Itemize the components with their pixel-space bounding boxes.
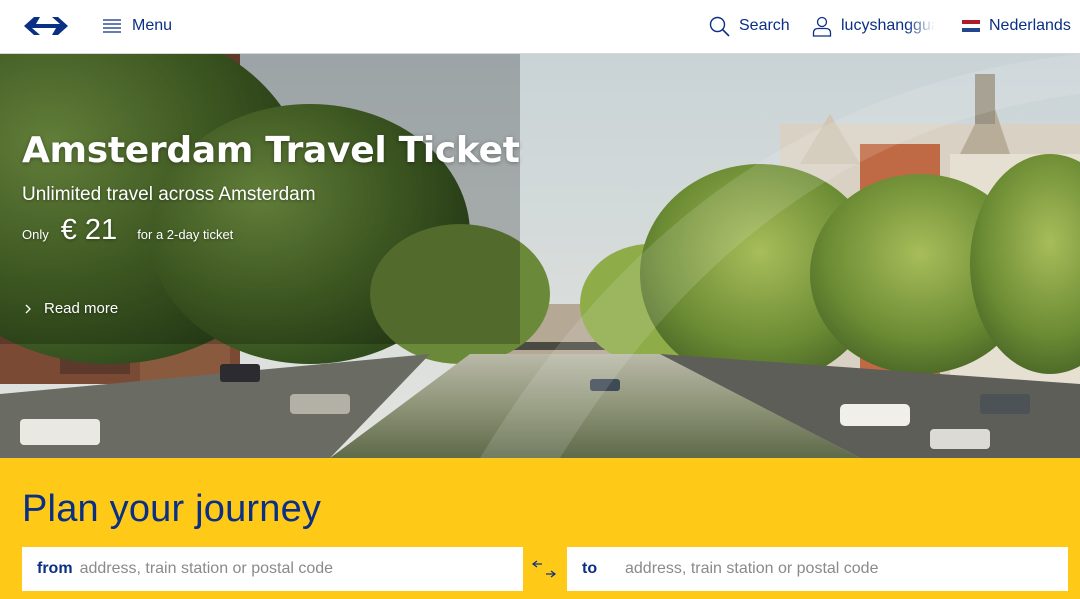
from-label: from [37, 560, 73, 577]
hero-banner: Amsterdam Travel Ticket Unlimited travel… [0, 54, 1080, 458]
to-label: to [582, 560, 598, 577]
journey-planner: Plan your journey from to [0, 458, 1080, 599]
user-icon [812, 16, 832, 37]
top-navigation-bar: Menu Search lucyshangguan Nederlands [0, 0, 1080, 54]
menu-button[interactable]: Menu [102, 14, 172, 38]
from-field[interactable]: from [22, 547, 523, 591]
search-icon [709, 16, 730, 37]
search-button[interactable]: Search [709, 14, 790, 38]
hamburger-icon [103, 19, 121, 33]
chevron-right-icon [25, 304, 31, 313]
price-note: for a 2-day ticket [137, 227, 234, 242]
from-input[interactable] [79, 547, 523, 591]
hero-subtitle: Unlimited travel across Amsterdam [22, 184, 316, 205]
read-more-link[interactable]: Read more [24, 300, 118, 317]
price-value: € 21 [60, 214, 118, 246]
language-label: Nederlands [989, 17, 1071, 34]
dutch-flag-icon [962, 20, 980, 32]
user-account-button[interactable]: lucyshangguan [812, 14, 935, 38]
price-prefix: Only [22, 227, 49, 242]
to-input[interactable] [625, 547, 1068, 591]
language-switch[interactable]: Nederlands [962, 14, 1071, 38]
planner-title: Plan your journey [22, 488, 322, 530]
menu-label: Menu [132, 17, 173, 34]
search-label: Search [739, 17, 790, 34]
username-label: lucyshangguan [841, 17, 935, 34]
swap-direction-icon[interactable] [531, 558, 557, 582]
amsterdam-canal-photo [0, 54, 1080, 458]
to-field[interactable]: to [567, 547, 1068, 591]
ns-logo-icon[interactable] [20, 13, 72, 39]
hero-title: Amsterdam Travel Ticket [22, 130, 520, 171]
read-more-label: Read more [44, 300, 119, 317]
price-row: Only € 21 for a 2-day ticket [22, 214, 233, 254]
